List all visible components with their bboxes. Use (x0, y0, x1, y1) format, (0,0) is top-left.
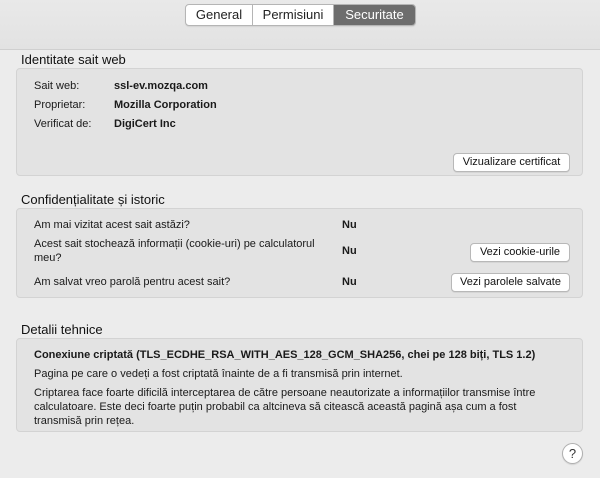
visited-question: Am mai vizitat acest sait astăzi? (34, 219, 190, 231)
view-cookies-button[interactable]: Vezi cookie-urile (470, 243, 570, 262)
owner-value: Mozilla Corporation (114, 99, 217, 111)
help-button[interactable]: ? (562, 443, 583, 464)
site-label: Sait web: (34, 80, 80, 92)
technical-section-title: Detalii tehnice (21, 322, 103, 337)
encryption-note: Pagina pe care o vedeți a fost criptată … (34, 368, 403, 380)
site-value: ssl-ev.mozqa.com (114, 80, 208, 92)
privacy-section-title: Confidențialitate și istoric (21, 192, 165, 207)
cookies-question-line2: meu? (34, 252, 62, 264)
verified-value: DigiCert Inc (114, 118, 176, 130)
visited-answer: Nu (342, 219, 357, 231)
verified-label: Verificat de: (34, 118, 92, 130)
encryption-description-line3: transmisă prin rețea. (34, 415, 135, 427)
tab-general[interactable]: General (186, 5, 253, 25)
cookies-answer: Nu (342, 245, 357, 257)
view-saved-passwords-button[interactable]: Vezi parolele salvate (451, 273, 570, 292)
encryption-description-line2: calculatoare. Este deci foarte puțin pro… (34, 401, 517, 413)
technical-panel: Conexiune criptată (TLS_ECDHE_RSA_WITH_A… (16, 338, 583, 432)
password-answer: Nu (342, 276, 357, 288)
toolbar: General Permisiuni Securitate (0, 0, 600, 50)
privacy-panel: Am mai vizitat acest sait astăzi? Nu Ace… (16, 208, 583, 298)
password-question: Am salvat vreo parolă pentru acest sait? (34, 276, 231, 288)
tab-bar: General Permisiuni Securitate (185, 4, 416, 26)
tab-permissions[interactable]: Permisiuni (253, 5, 334, 25)
identity-section-title: Identitate sait web (21, 52, 126, 67)
connection-status: Conexiune criptată (TLS_ECDHE_RSA_WITH_A… (34, 349, 536, 361)
identity-panel: Sait web: ssl-ev.mozqa.com Proprietar: M… (16, 68, 583, 176)
owner-label: Proprietar: (34, 99, 86, 111)
cookies-question-line1: Acest sait stochează informații (cookie-… (34, 238, 315, 250)
tab-security[interactable]: Securitate (334, 5, 415, 25)
view-certificate-button[interactable]: Vizualizare certificat (453, 153, 570, 172)
encryption-description-line1: Criptarea face foarte dificilă intercept… (34, 387, 536, 399)
